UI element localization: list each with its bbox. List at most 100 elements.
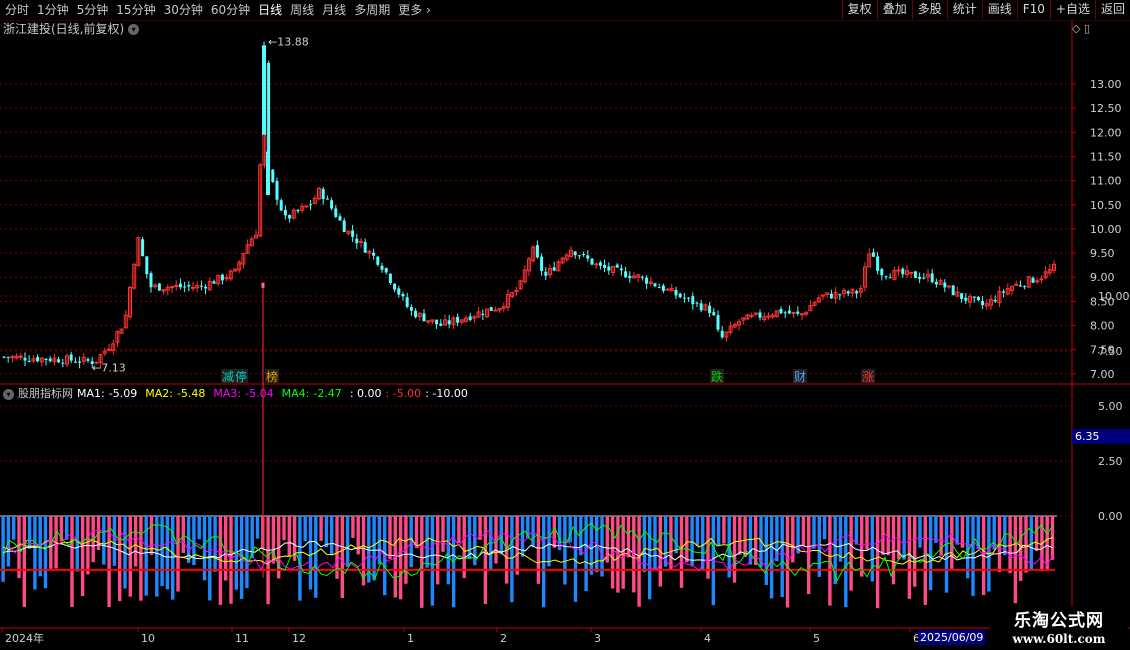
candle-body <box>712 312 716 316</box>
indicator-title: ▾ 股朋指标网 MA1: -5.09 MA2: -5.48 MA3: -5.04 MA… <box>3 386 472 402</box>
candle-body <box>687 297 691 299</box>
indicator-bar <box>732 516 737 583</box>
indicator-bar <box>669 516 673 570</box>
candle-body <box>619 268 623 271</box>
candle-body <box>657 287 661 289</box>
indicator-bar <box>197 516 201 540</box>
time-tick-label: 1 <box>407 632 414 645</box>
indicator-bar <box>133 516 138 567</box>
candle-body <box>141 239 145 256</box>
indicator-bar <box>446 516 450 585</box>
candle-body <box>552 267 556 271</box>
time-tick-label: 4 <box>704 632 711 645</box>
indicator-bar <box>626 516 631 558</box>
candle-body <box>577 255 581 257</box>
candle-body <box>468 316 472 321</box>
indicator-bar <box>298 516 302 601</box>
indicator-bar <box>420 516 424 608</box>
ma1-value: -5.09 <box>108 387 138 400</box>
candle-body <box>930 273 934 283</box>
indicator-bar <box>229 516 233 604</box>
level-minus5-readout: : -5.00 <box>385 387 422 400</box>
indicator-bar <box>695 516 700 546</box>
candle-body <box>846 291 850 294</box>
window-icons[interactable]: ◇ ▯ <box>1072 22 1090 35</box>
candle-body <box>699 303 703 311</box>
candle-body <box>309 204 313 206</box>
indicator-name[interactable]: 股朋指标网 <box>18 386 73 402</box>
indicator-bar <box>1045 516 1049 570</box>
candle-body <box>544 271 548 276</box>
indicator-bar <box>648 516 652 600</box>
stock-title[interactable]: 浙江建投(日线,前复权) ▾ <box>3 20 140 38</box>
candle-body <box>288 215 292 219</box>
candle-body <box>960 293 964 299</box>
indicator-bar <box>118 516 122 602</box>
indicator-bar <box>679 516 684 588</box>
cursor-date-tag: 2025/06/09 <box>918 630 986 645</box>
indicator-bar <box>923 516 927 605</box>
candle-body <box>720 330 724 338</box>
indicator-bar <box>155 516 159 597</box>
indicator-bar <box>398 516 403 600</box>
candle-body <box>607 266 611 271</box>
indicator-bar <box>971 516 975 596</box>
indicator-bar <box>515 516 519 575</box>
candle-body <box>355 238 359 244</box>
indicator-bar <box>748 516 753 565</box>
candle-body <box>972 296 976 298</box>
ma3-value: -5.04 <box>245 387 274 400</box>
indicator-bar <box>308 516 313 590</box>
indicator-bar <box>43 516 48 589</box>
indicator-bar <box>769 516 774 599</box>
ma2-label: MA2: <box>145 387 173 400</box>
indicator-bar <box>213 516 217 572</box>
indicator-bar <box>303 516 307 542</box>
indicator-bar <box>716 516 721 546</box>
time-tick-label: 12 <box>292 632 306 645</box>
price-tick-label: 11.00 <box>1090 175 1122 188</box>
indicator-bar <box>642 516 647 573</box>
candle-body <box>376 256 380 265</box>
indicator-bar <box>547 516 551 567</box>
indicator-bar <box>340 516 344 599</box>
time-tick-label: 11 <box>235 632 249 645</box>
stock-chart[interactable]: 13.0012.5012.0011.5011.0010.5010.009.509… <box>0 0 1130 650</box>
indicator-bar <box>388 516 392 559</box>
candle-body <box>481 313 485 315</box>
indicator-bar <box>139 516 143 601</box>
candle-body <box>401 293 405 297</box>
chevron-down-icon[interactable]: ▾ <box>128 23 140 35</box>
ma2-readout: MA2: -5.48 <box>145 386 209 402</box>
candle-body <box>876 256 880 271</box>
candle-body <box>535 245 539 258</box>
indicator-bar <box>674 516 678 554</box>
price-tick-label: 13.00 <box>1090 78 1122 91</box>
event-marker: 停 <box>235 369 247 384</box>
candle-body <box>78 361 82 363</box>
indicator-bar <box>822 516 827 540</box>
indicator-bar <box>176 516 180 592</box>
event-marker: 榜 <box>266 369 278 384</box>
chevron-down-icon[interactable]: ▾ <box>3 388 14 400</box>
candle-body <box>27 360 31 362</box>
candle-body <box>934 281 938 285</box>
candle-body <box>393 283 397 290</box>
stock-title-text: 浙江建投(日线,前复权) <box>3 22 125 36</box>
indicator-tick-label: 7.50 <box>1098 345 1123 358</box>
candle-body <box>330 200 334 209</box>
indicator-bar <box>807 516 811 595</box>
candle-body <box>157 283 161 291</box>
price-tick-label: 7.00 <box>1090 368 1115 381</box>
candle-body <box>909 271 914 274</box>
indicator-bar <box>1024 516 1028 573</box>
event-marker: 财 <box>794 370 806 384</box>
time-tick-label: 3 <box>594 632 601 645</box>
candle-body <box>23 357 27 361</box>
time-tick-label: 5 <box>813 632 820 645</box>
indicator-bar <box>467 516 472 560</box>
candle-body <box>1018 285 1022 287</box>
candle-body <box>665 288 670 291</box>
candle-body <box>783 312 787 314</box>
indicator-bar <box>70 516 74 607</box>
